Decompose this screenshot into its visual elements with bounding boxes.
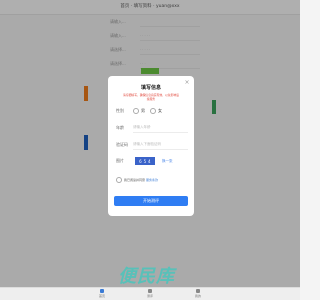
terms-link[interactable]: 服务条款 <box>146 178 158 182</box>
gender-female-radio[interactable]: 女 <box>150 108 162 114</box>
dialog-title: 填写信息 <box>140 85 161 91</box>
captcha-refresh-link[interactable]: 换一张 <box>162 159 173 164</box>
bottom-tab-bar: 首页 测评 我的 <box>0 287 300 300</box>
agree-text: 我已阅读并同意 <box>124 178 146 182</box>
start-button[interactable]: 开始测评 <box>114 196 188 206</box>
tab-home-label: 首页 <box>98 294 105 298</box>
gender-female-label: 女 <box>158 108 162 113</box>
user-icon <box>196 289 200 293</box>
close-icon[interactable]: × <box>184 80 190 86</box>
test-icon <box>148 289 152 293</box>
tab-home[interactable]: 首页 <box>92 289 112 298</box>
gender-male-label: 男 <box>141 108 145 113</box>
gender-field: 性别 男 女 <box>116 106 188 116</box>
age-field: 年龄 <box>116 123 188 133</box>
captcha-field: 验证码 <box>116 140 188 150</box>
captcha-image-field: 图片 6 5 4 换一张 <box>116 156 188 166</box>
tab-test-label: 测评 <box>146 294 153 298</box>
tab-mine-label: 我的 <box>194 294 201 298</box>
captcha-image[interactable]: 6 5 4 <box>135 157 155 165</box>
radio-circle-icon <box>150 108 156 114</box>
gender-male-radio[interactable]: 男 <box>133 108 145 114</box>
age-input[interactable] <box>133 123 188 133</box>
captcha-input[interactable] <box>133 140 188 150</box>
watermark-text: 便民库 <box>118 266 175 287</box>
captcha-label: 验证码 <box>116 142 128 147</box>
agree-checkbox[interactable] <box>116 177 122 183</box>
tab-test[interactable]: 测评 <box>140 289 160 298</box>
dialog-note: 请仔细填写，确保信息真实有效，以免影响后续服务 <box>123 93 179 101</box>
radio-circle-icon <box>133 108 139 114</box>
home-icon <box>100 289 104 293</box>
agree-row: 我已阅读并同意 服务条款 <box>116 177 158 183</box>
tab-mine[interactable]: 我的 <box>188 289 208 298</box>
image-label: 图片 <box>116 158 124 163</box>
gender-label: 性别 <box>116 108 124 113</box>
info-dialog: 填写信息 × 请仔细填写，确保信息真实有效，以免影响后续服务 性别 男 女 年龄… <box>108 76 194 216</box>
age-label: 年龄 <box>116 125 124 130</box>
